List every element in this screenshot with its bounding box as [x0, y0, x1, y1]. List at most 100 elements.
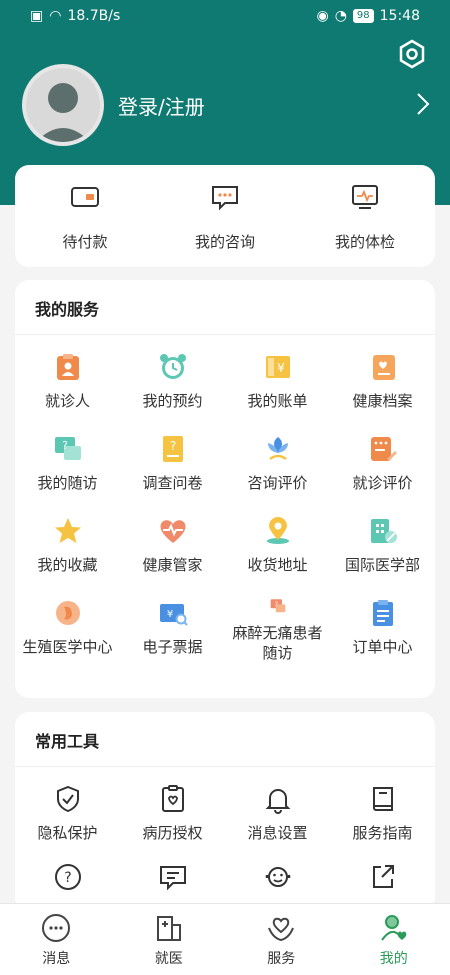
tool-message-settings[interactable]: 消息设置 [225, 783, 330, 845]
login-register-link[interactable]: 登录/注册 [118, 91, 205, 120]
service-my-followup[interactable]: ? 我的随访 [15, 433, 120, 499]
svg-text:?: ? [64, 870, 71, 886]
service-order-center[interactable]: 订单中心 [330, 597, 435, 663]
shield-check-icon [56, 785, 79, 813]
tool-record-authorization[interactable]: 病历授权 [120, 783, 225, 845]
service-label: 我的预约 [142, 392, 203, 410]
tools-grid: 隐私保护 病历授权 消息设置 服务指南 ? [15, 767, 435, 923]
share-icon [372, 865, 394, 888]
service-label: 就诊评价 [352, 474, 413, 492]
tab-medical[interactable]: 就医 [113, 904, 226, 975]
tab-messages[interactable]: 消息 [0, 904, 113, 975]
tab-label: 服务 [267, 950, 296, 967]
tool-privacy[interactable]: 隐私保护 [15, 783, 120, 845]
service-my-bill[interactable]: ¥ 我的账单 [225, 351, 330, 417]
service-patient[interactable]: 就诊人 [15, 351, 120, 417]
service-label: 我的收藏 [37, 556, 98, 574]
tool-label: 病历授权 [142, 824, 203, 842]
service-label: 订单中心 [352, 638, 413, 656]
customer-service-icon [265, 867, 290, 887]
edit-note-icon [370, 437, 397, 461]
hospital-building-icon [156, 915, 181, 941]
hospital-icon [370, 519, 397, 543]
tab-mine[interactable]: 我的 [338, 904, 450, 975]
quick-action-my-consult[interactable]: 我的咨询 [155, 165, 295, 267]
quick-action-label: 我的体检 [334, 232, 395, 251]
service-anesthesia-followup[interactable]: ? 麻醉无痛患者随访 [225, 597, 330, 663]
bill-icon: ¥ [265, 356, 290, 378]
service-visit-review[interactable]: 就诊评价 [330, 433, 435, 499]
health-record-icon [372, 355, 395, 380]
default-avatar-icon [36, 83, 90, 142]
tool-label: 隐私保护 [37, 824, 98, 842]
service-label: 麻醉无痛患者随访 [232, 624, 323, 662]
service-consult-review[interactable]: 咨询评价 [225, 433, 330, 499]
bell-icon [265, 789, 290, 814]
quick-action-label: 我的咨询 [194, 232, 255, 251]
star-icon [54, 518, 81, 543]
notification-icon: ▣ [30, 8, 44, 24]
service-health-record[interactable]: 健康档案 [330, 351, 435, 417]
flower-icon [267, 437, 288, 461]
settings-hex-icon[interactable] [396, 38, 428, 70]
service-label: 我的账单 [247, 392, 308, 410]
location-pin-icon [266, 517, 289, 544]
services-grid: 就诊人 我的预约 ¥ 我的账单 健康档案 ? 我的随访 ? 调查问卷 咨询评价 … [15, 335, 435, 663]
svg-text:¥: ¥ [166, 609, 172, 620]
clock-time: 15:48 [379, 8, 420, 24]
service-reproductive-center[interactable]: 生殖医学中心 [15, 597, 120, 663]
quick-action-my-checkup[interactable]: 我的体检 [295, 165, 435, 267]
service-label: 咨询评价 [247, 474, 308, 492]
clipboard-icon [372, 600, 393, 626]
service-my-favorites[interactable]: 我的收藏 [15, 515, 120, 581]
questionnaire-icon: ? [162, 436, 183, 462]
quick-actions-card: 待付款 我的咨询 我的体检 [15, 165, 435, 267]
service-shipping-address[interactable]: 收货地址 [225, 515, 330, 581]
service-questionnaire[interactable]: ? 调查问卷 [120, 433, 225, 499]
tab-services[interactable]: 服务 [225, 904, 338, 975]
heart-pulse-icon [160, 520, 185, 543]
embryo-icon [55, 601, 80, 625]
quick-action-label: 待付款 [62, 232, 108, 251]
tool-label: 服务指南 [352, 824, 413, 842]
book-icon [372, 787, 393, 811]
patient-card-icon [56, 354, 79, 380]
e-ticket-icon: ¥ [159, 604, 188, 626]
my-services-card: 我的服务 就诊人 我的预约 ¥ 我的账单 健康档案 ? 我的随访 ? 调查问卷 … [15, 280, 435, 698]
service-health-steward[interactable]: 健康管家 [120, 515, 225, 581]
profile-section[interactable]: 登录/注册 [22, 64, 205, 146]
network-speed: 18.7B/s [67, 8, 121, 24]
quick-action-pending-payment[interactable]: 待付款 [15, 165, 155, 267]
service-international-dept[interactable]: 国际医学部 [330, 515, 435, 581]
chat-bubble-icon [212, 185, 238, 210]
svg-text:?: ? [274, 601, 277, 608]
service-label: 生殖医学中心 [22, 638, 113, 656]
svg-text:?: ? [62, 439, 68, 452]
wifi-icon: ◠ [49, 8, 62, 24]
section-title: 我的服务 [15, 280, 435, 335]
chevron-right-icon[interactable] [416, 92, 430, 116]
service-label: 电子票据 [142, 638, 203, 656]
section-title: 常用工具 [15, 712, 435, 767]
speed-icon: ◔ [334, 8, 347, 24]
common-tools-card: 常用工具 隐私保护 病历授权 消息设置 服务指南 ? [15, 712, 435, 912]
service-label: 我的随访 [37, 474, 98, 492]
alarm-clock-icon [159, 354, 186, 379]
service-e-ticket[interactable]: ¥ 电子票据 [120, 597, 225, 663]
eye-icon: ◉ [316, 8, 329, 24]
help-circle-icon: ? [54, 864, 81, 890]
tab-label: 我的 [379, 950, 408, 967]
hands-heart-icon [268, 917, 295, 941]
service-label: 健康档案 [352, 392, 413, 410]
user-heart-icon [380, 914, 407, 941]
tab-label: 就医 [154, 950, 183, 967]
service-label: 就诊人 [44, 392, 90, 410]
avatar[interactable] [22, 64, 104, 146]
tool-label: 消息设置 [247, 824, 308, 842]
svg-text:?: ? [169, 439, 175, 453]
feedback-icon [159, 866, 186, 891]
service-label: 收货地址 [247, 556, 308, 574]
service-label: 调查问卷 [142, 474, 203, 492]
tool-service-guide[interactable]: 服务指南 [330, 783, 435, 845]
service-my-appointment[interactable]: 我的预约 [120, 351, 225, 417]
